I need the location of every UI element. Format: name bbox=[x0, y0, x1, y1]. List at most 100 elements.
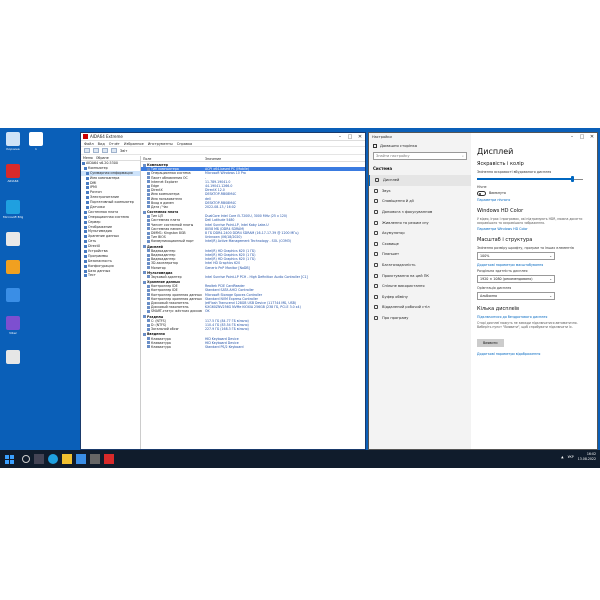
details-row[interactable]: Клавиатура Standard PS/2 Keyboard bbox=[141, 345, 365, 349]
desktop-icon[interactable] bbox=[3, 232, 23, 247]
forward-icon[interactable] bbox=[93, 148, 99, 153]
search-icon[interactable] bbox=[22, 455, 30, 463]
details-row[interactable]: Монитор Generic PnP Monitor [NoDB] bbox=[141, 266, 365, 270]
resolution-dropdown[interactable]: 1920 × 1080 (рекомендовано) ⌄ bbox=[477, 274, 555, 283]
details-row-icon bbox=[147, 201, 150, 205]
details-field: Дата / Час bbox=[141, 205, 205, 209]
tree-item-icon bbox=[84, 240, 87, 244]
details-row-icon bbox=[147, 305, 150, 309]
settings-nav-item[interactable]: Про програму bbox=[369, 313, 471, 324]
menu-item[interactable]: Вид bbox=[98, 141, 105, 146]
orientation-dropdown[interactable]: Альбомна ⌄ bbox=[477, 291, 555, 300]
hd-color-heading: Windows HD Color bbox=[477, 207, 524, 214]
tree-item-icon bbox=[84, 215, 87, 219]
maximize-icon[interactable]: □ bbox=[577, 133, 587, 141]
settings-nav-item[interactable]: Проєктування на цей ПК bbox=[369, 270, 471, 281]
menu-item[interactable]: Файл bbox=[84, 141, 94, 146]
desktop-icon[interactable] bbox=[3, 288, 23, 303]
edge-icon[interactable] bbox=[48, 454, 58, 464]
details-row[interactable]: Дата / Час 2022-08-13 / 16:02 bbox=[141, 205, 365, 209]
refresh-icon[interactable] bbox=[102, 148, 108, 153]
settings-nav-item[interactable]: Акумулятор bbox=[369, 228, 471, 239]
tree-tab[interactable]: Меню bbox=[83, 156, 93, 160]
advanced-scaling-link[interactable]: Додаткові параметри масштабування bbox=[477, 263, 591, 267]
menu-item[interactable]: Справка bbox=[177, 141, 192, 146]
settings-nav-item[interactable]: Віддалений робочий стіл bbox=[369, 302, 471, 313]
settings-sidebar: Настройки Домашня сторінка Знайти настро… bbox=[369, 133, 471, 449]
details-row[interactable]: Звуковой адаптер Intel Sunrise Point-LP P… bbox=[141, 275, 365, 279]
column-header-value[interactable]: Значение bbox=[205, 156, 221, 161]
desktop-icon[interactable] bbox=[3, 350, 23, 365]
task-view-icon[interactable] bbox=[34, 454, 44, 464]
settings-nav-item[interactable]: Живлення та режим сну bbox=[369, 217, 471, 228]
tree-item-icon bbox=[84, 230, 87, 234]
settings-nav-item[interactable]: Сховище bbox=[369, 239, 471, 250]
scale-dropdown[interactable]: 100% ⌄ bbox=[477, 251, 555, 260]
settings-nav-item[interactable]: Звук bbox=[369, 186, 471, 197]
menu-item[interactable]: Избранное bbox=[124, 141, 144, 146]
settings-app-icon[interactable] bbox=[90, 454, 100, 464]
settings-nav-item[interactable]: Планшет bbox=[369, 249, 471, 260]
settings-nav-item[interactable]: Буфер обміну bbox=[369, 292, 471, 303]
tree-item-icon bbox=[84, 235, 87, 239]
settings-nav-item[interactable]: Дисплей bbox=[369, 175, 471, 186]
file-explorer-icon[interactable] bbox=[62, 454, 72, 464]
desktop-icon[interactable]: Viber bbox=[3, 316, 23, 335]
details-row[interactable]: Загальний обсяг 227.9 ГБ (168.3 ГБ вільно… bbox=[141, 327, 365, 331]
tree-item-icon bbox=[86, 191, 89, 195]
settings-nav-icon bbox=[375, 178, 379, 183]
store-icon[interactable] bbox=[76, 454, 86, 464]
desktop-icon[interactable]: Корзина bbox=[3, 132, 23, 151]
clock[interactable]: 16:02 13.08.2022 bbox=[578, 452, 596, 462]
aida64-app-icon bbox=[83, 134, 88, 139]
maximize-icon[interactable]: □ bbox=[345, 133, 355, 141]
report-button[interactable]: Звіт bbox=[120, 149, 127, 153]
details-row-icon bbox=[147, 289, 150, 293]
desktop-icon-image bbox=[6, 260, 20, 274]
hd-color-link[interactable]: Параметри Windows HD Color bbox=[477, 227, 591, 231]
tree-item-icon bbox=[84, 264, 87, 268]
menu-item[interactable]: Отчёт bbox=[109, 141, 120, 146]
aida64-taskbar-icon[interactable] bbox=[104, 454, 114, 464]
settings-nav-item[interactable]: Сповіщення й дії bbox=[369, 196, 471, 207]
settings-nav-item[interactable]: Допомога з фокусуванням bbox=[369, 207, 471, 218]
column-header-field[interactable]: Поле bbox=[141, 156, 205, 161]
desktop-icon[interactable]: AIDA64 bbox=[3, 164, 23, 183]
details-row[interactable]: Коммуникационный порт Intel(R) Active Man… bbox=[141, 239, 365, 243]
tree-tab[interactable]: Обране bbox=[96, 156, 109, 160]
close-icon[interactable]: ✕ bbox=[587, 133, 597, 141]
report-icon[interactable] bbox=[111, 148, 117, 153]
tree-item-icon bbox=[86, 171, 89, 175]
settings-home-link[interactable]: Домашня сторінка bbox=[369, 141, 471, 150]
minimize-icon[interactable]: – bbox=[567, 133, 577, 141]
menu-item[interactable]: Инструменты bbox=[148, 141, 173, 146]
desktop-icon-label: 1 bbox=[35, 147, 37, 151]
nightlight-settings-link[interactable]: Параметри нічного bbox=[477, 198, 591, 202]
multi-display-description: Старі дисплеї можуть не завжди підключат… bbox=[477, 320, 578, 329]
slider-thumb[interactable] bbox=[570, 176, 574, 182]
settings-nav-label: Живлення та режим сну bbox=[382, 220, 429, 225]
settings-nav-item[interactable]: Багатозадачність bbox=[369, 260, 471, 271]
nightlight-toggle[interactable] bbox=[477, 191, 486, 196]
brightness-slider[interactable] bbox=[477, 176, 591, 182]
tree-item[interactable]: Тест bbox=[81, 273, 140, 278]
settings-nav-item[interactable]: Спільне використання bbox=[369, 281, 471, 292]
advanced-display-link[interactable]: Додаткові параметри відображення bbox=[477, 352, 591, 356]
settings-nav-label: Проєктування на цей ПК bbox=[382, 273, 429, 278]
detect-button[interactable]: Виявити bbox=[477, 338, 504, 347]
details-row[interactable]: SMART-статус жёстких дисков OK bbox=[141, 309, 365, 313]
details-row-icon bbox=[147, 197, 150, 201]
windows-start-icon[interactable] bbox=[5, 454, 14, 464]
desktop-icon[interactable]: 1 bbox=[26, 132, 46, 151]
language-indicator[interactable]: УКР bbox=[568, 455, 574, 460]
close-icon[interactable]: ✕ bbox=[355, 133, 365, 141]
settings-nav-icon bbox=[374, 305, 378, 310]
desktop-icon[interactable] bbox=[3, 260, 23, 275]
wireless-display-link[interactable]: Підключитися до бездротового дисплея bbox=[477, 315, 591, 319]
settings-search-input[interactable]: Знайти настройку ⌕ bbox=[373, 152, 467, 160]
back-icon[interactable] bbox=[84, 148, 90, 153]
settings-nav-icon bbox=[374, 263, 378, 268]
network-icon[interactable]: ▲ bbox=[561, 455, 563, 460]
desktop-icon[interactable]: Microsoft Edge bbox=[3, 200, 23, 219]
minimize-icon[interactable]: – bbox=[335, 133, 345, 141]
